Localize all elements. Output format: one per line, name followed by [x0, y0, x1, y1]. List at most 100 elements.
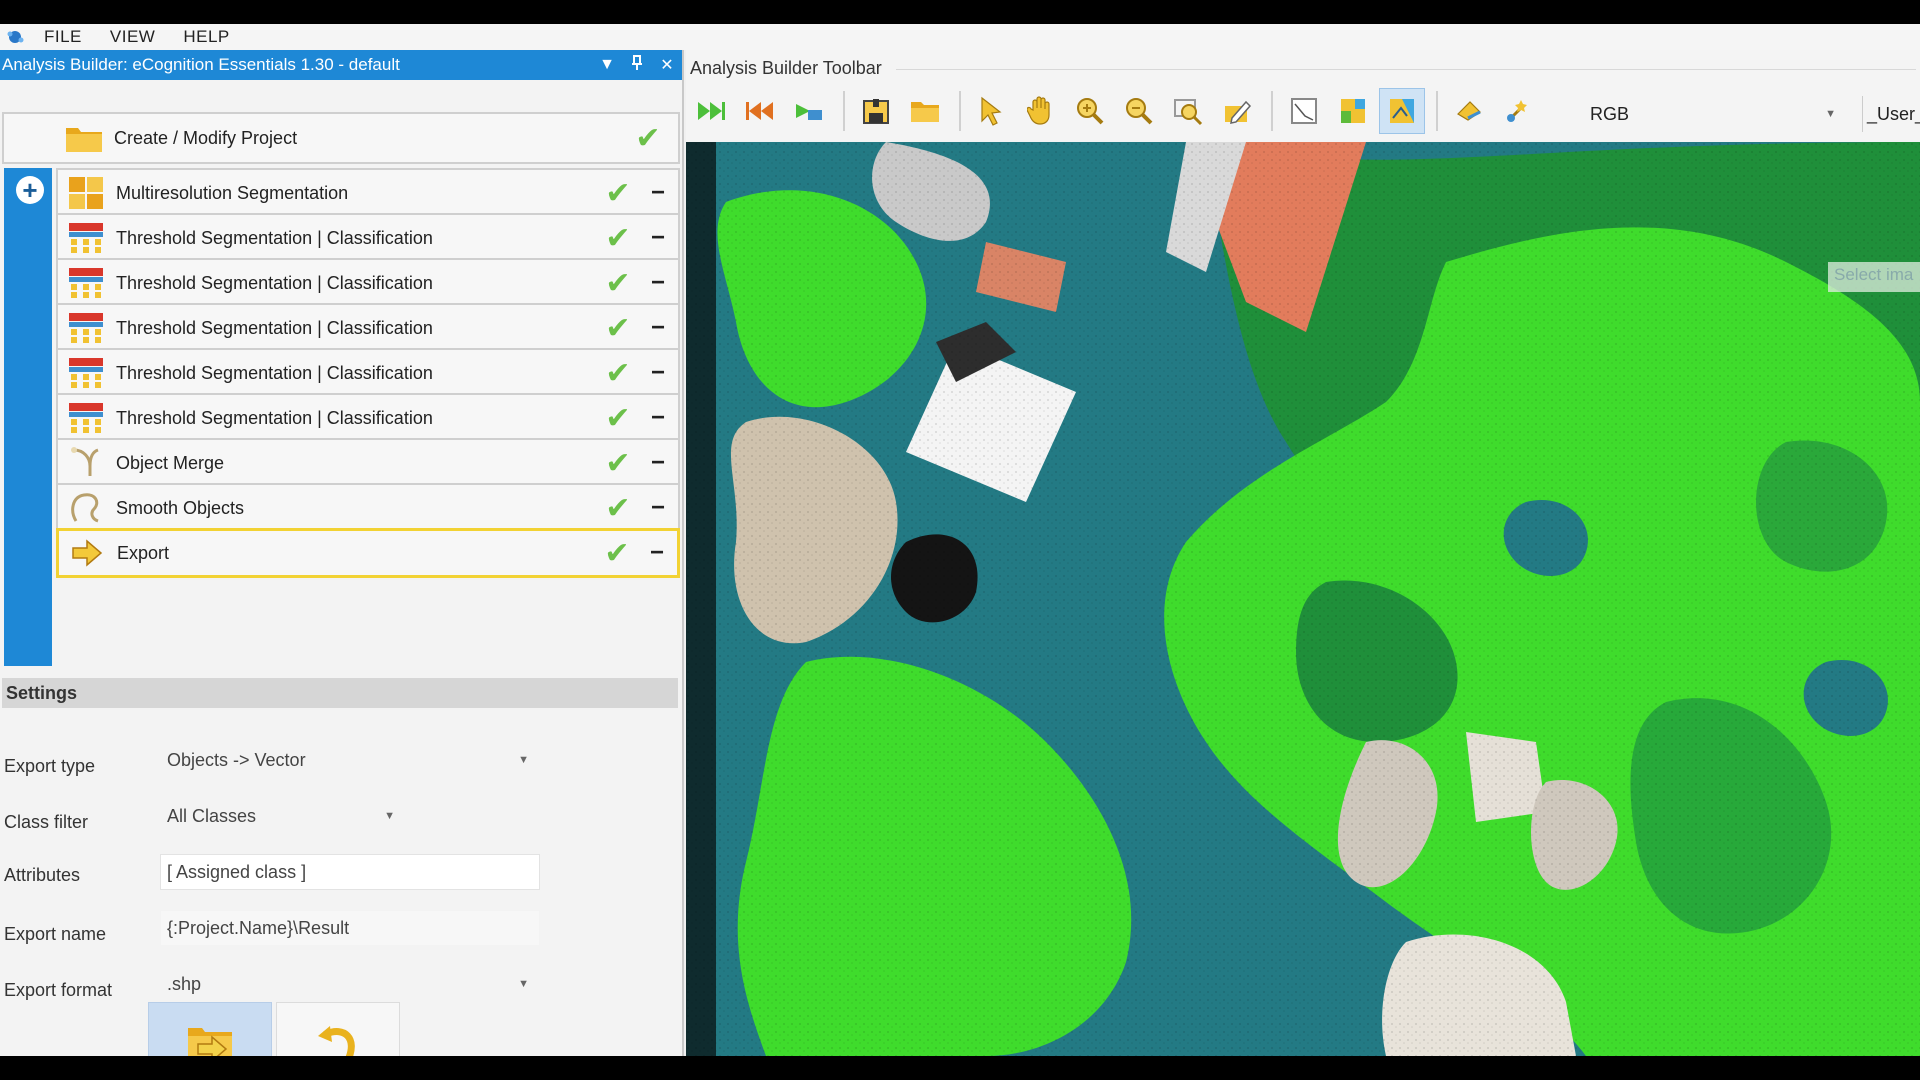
show-image-layer-icon[interactable] [1379, 88, 1425, 134]
step-create-modify-project[interactable]: Create / Modify Project ✔ [2, 112, 680, 164]
checkmark-icon: ✔ [605, 401, 631, 435]
step-label: Threshold Segmentation | Classification [116, 227, 433, 248]
edit-pencil-icon[interactable] [1214, 88, 1260, 134]
step-forward-icon[interactable] [786, 88, 832, 134]
remove-step-icon[interactable]: − [638, 269, 678, 297]
pan-hand-icon[interactable] [1018, 88, 1064, 134]
remove-step-icon[interactable]: − [638, 224, 678, 252]
checkmark-icon: ✔ [605, 446, 631, 480]
user-field[interactable]: _User_ [1862, 96, 1920, 132]
remove-step-icon[interactable]: − [638, 179, 678, 207]
chevron-down-icon: ▼ [518, 754, 529, 766]
open-folder-icon[interactable] [902, 88, 948, 134]
menu-view[interactable]: VIEW [96, 27, 169, 47]
magic-wand-icon[interactable] [1495, 88, 1541, 134]
step-1[interactable]: Threshold Segmentation | Classification ✔… [56, 213, 680, 263]
panel-title: Analysis Builder: eCognition Essentials … [2, 55, 400, 74]
chevron-down-icon: ▼ [384, 810, 395, 822]
step-rail [4, 168, 52, 666]
add-step-icon[interactable]: + [16, 176, 44, 204]
remove-step-icon[interactable]: − [637, 539, 677, 567]
step-label: Object Merge [116, 452, 225, 473]
step-8-selected[interactable]: Export ✔ − [56, 528, 680, 578]
menu-help[interactable]: HELP [169, 27, 243, 47]
run-all-icon[interactable] [688, 88, 734, 134]
show-classification-icon[interactable] [1330, 88, 1376, 134]
export-arrow-icon [188, 1028, 232, 1056]
menu-file[interactable]: FILE [30, 27, 96, 47]
attributes-field[interactable]: [ Assigned class ] [160, 854, 540, 890]
step-label: Smooth Objects [116, 497, 245, 518]
class-filter-select[interactable]: All Classes ▼ [160, 798, 404, 834]
settings-header: Settings [2, 678, 678, 708]
show-outlines-icon[interactable] [1281, 88, 1327, 134]
toolbar-separator [1271, 91, 1273, 131]
export-format-select[interactable]: .shp ▼ [160, 966, 538, 1002]
segmentation-icon [64, 173, 108, 213]
zoom-in-icon[interactable] [1067, 88, 1113, 134]
export-type-value: Objects -> Vector [167, 749, 306, 770]
checkmark-icon: ✔ [605, 221, 631, 255]
image-layer-select[interactable]: RGB ▼ [1584, 96, 1846, 132]
step-label: Threshold Segmentation | Classification [116, 317, 433, 338]
checkmark-icon: ✔ [604, 536, 630, 570]
pin-icon[interactable] [622, 54, 652, 76]
toolbar-divider [896, 69, 1916, 70]
attributes-label: Attributes [4, 865, 81, 885]
segmented-aerial-image [686, 142, 1920, 1056]
attributes-value: [ Assigned class ] [167, 861, 307, 882]
remove-step-icon[interactable]: − [638, 404, 678, 432]
select-cursor-icon[interactable] [969, 88, 1015, 134]
panel-titlebar: Analysis Builder: eCognition Essentials … [0, 50, 682, 80]
export-format-label: Export format [4, 980, 113, 1000]
reset-icon[interactable] [737, 88, 783, 134]
chevron-down-icon: ▼ [518, 978, 529, 990]
chevron-down-icon: ▼ [1825, 108, 1836, 120]
toolbar-separator [959, 91, 961, 131]
layer-tool-icon[interactable] [1446, 88, 1492, 134]
export-name-value: {:Project.Name}\Result [167, 917, 350, 938]
remove-step-icon[interactable]: − [638, 359, 678, 387]
step-5[interactable]: Threshold Segmentation | Classification ✔… [56, 393, 680, 443]
step-label: Threshold Segmentation | Classification [116, 272, 433, 293]
step-2[interactable]: Threshold Segmentation | Classification ✔… [56, 258, 680, 308]
class-filter-label: Class filter [4, 812, 89, 832]
step-4[interactable]: Threshold Segmentation | Classification ✔… [56, 348, 680, 398]
close-icon[interactable]: ✕ [652, 55, 682, 75]
export-type-label: Export type [4, 756, 96, 776]
checkmark-icon: ✔ [605, 176, 631, 210]
export-name-field[interactable]: {:Project.Name}\Result [160, 910, 540, 946]
save-icon[interactable] [853, 88, 899, 134]
step-0[interactable]: Multiresolution Segmentation ✔ − [56, 168, 680, 218]
export-type-select[interactable]: Objects -> Vector ▼ [160, 742, 538, 778]
step-7[interactable]: Smooth Objects ✔ − [56, 483, 680, 533]
remove-step-icon[interactable]: − [638, 449, 678, 477]
merge-icon [64, 443, 108, 483]
export-format-value: .shp [167, 973, 202, 994]
threshold-icon [64, 218, 108, 258]
threshold-icon [64, 263, 108, 303]
checkmark-icon: ✔ [605, 266, 631, 300]
remove-step-icon[interactable]: − [638, 494, 678, 522]
threshold-icon [64, 398, 108, 438]
image-layer-value: RGB [1590, 103, 1630, 124]
tooltip: Select ima [1828, 262, 1920, 292]
remove-step-icon[interactable]: − [638, 314, 678, 342]
undo-arrow-icon [318, 1026, 355, 1056]
map-view[interactable]: Select ima [686, 142, 1920, 1056]
step-3[interactable]: Threshold Segmentation | Classification ✔… [56, 303, 680, 353]
app-logo-icon [0, 24, 30, 50]
zoom-out-icon[interactable] [1116, 88, 1162, 134]
panel-menu-dropdown-icon[interactable]: ▼ [592, 56, 622, 74]
undo-button[interactable] [276, 1002, 400, 1056]
export-icon [65, 533, 109, 573]
step-6[interactable]: Object Merge ✔ − [56, 438, 680, 488]
step-label: Threshold Segmentation | Classification [116, 362, 433, 383]
toolbar-separator [843, 91, 845, 131]
threshold-icon [64, 353, 108, 393]
step-label: Create / Modify Project [114, 127, 298, 148]
smooth-icon [64, 488, 108, 528]
run-export-button[interactable] [148, 1002, 272, 1056]
threshold-icon [64, 308, 108, 348]
zoom-extent-icon[interactable] [1165, 88, 1211, 134]
